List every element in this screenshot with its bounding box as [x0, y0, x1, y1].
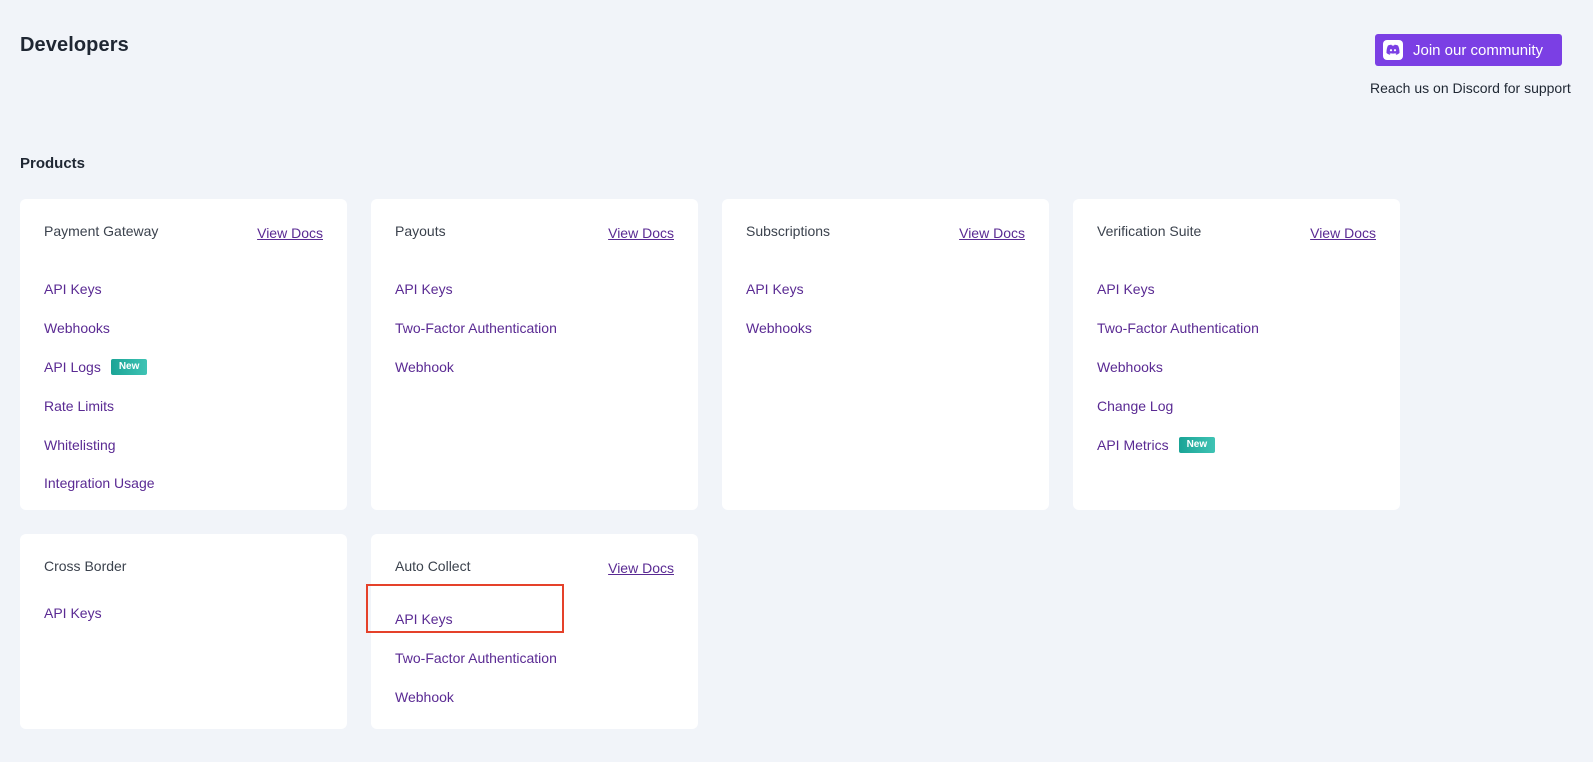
- developers-page: Developers Join our community Reach us o…: [0, 0, 1593, 762]
- view-docs-link[interactable]: View Docs: [608, 560, 674, 576]
- link-api-keys[interactable]: API Keys: [44, 270, 155, 309]
- link-label: API Metrics: [1097, 436, 1169, 453]
- link-label: API Logs: [44, 358, 101, 375]
- card-title: Auto Collect: [395, 558, 471, 574]
- link-webhooks[interactable]: Webhooks: [44, 309, 155, 348]
- link-list: API Keys Webhooks API Logs New Rate Limi…: [44, 270, 155, 503]
- card-title: Payouts: [395, 223, 446, 239]
- link-list: API Keys Two-Factor Authentication Webho…: [395, 270, 557, 386]
- view-docs-link[interactable]: View Docs: [959, 225, 1025, 241]
- view-docs-link[interactable]: View Docs: [1310, 225, 1376, 241]
- view-docs-link[interactable]: View Docs: [257, 225, 323, 241]
- card-payment-gateway: Payment Gateway View Docs API Keys Webho…: [20, 199, 347, 510]
- link-rate-limits[interactable]: Rate Limits: [44, 386, 155, 425]
- products-heading: Products: [20, 155, 86, 172]
- view-docs-link[interactable]: View Docs: [608, 225, 674, 241]
- link-api-keys[interactable]: API Keys: [746, 270, 812, 309]
- link-whitelisting[interactable]: Whitelisting: [44, 425, 155, 464]
- card-title: Subscriptions: [746, 223, 831, 239]
- link-integration-usage[interactable]: Integration Usage: [44, 464, 155, 503]
- link-list: API Keys Two-Factor Authentication Webho…: [1097, 270, 1259, 464]
- card-title: Payment Gateway: [44, 223, 159, 239]
- card-payouts: Payouts View Docs API Keys Two-Factor Au…: [371, 199, 698, 510]
- link-list: API Keys: [44, 594, 102, 633]
- link-api-metrics[interactable]: API Metrics New: [1097, 425, 1259, 464]
- community-subtext: Reach us on Discord for support: [1370, 80, 1571, 96]
- link-api-keys[interactable]: API Keys: [395, 270, 557, 309]
- link-two-factor-authentication[interactable]: Two-Factor Authentication: [1097, 309, 1259, 348]
- link-webhooks[interactable]: Webhooks: [746, 309, 812, 348]
- card-title: Cross Border: [44, 558, 127, 574]
- new-badge: New: [110, 358, 148, 375]
- link-api-keys[interactable]: API Keys: [44, 594, 102, 633]
- link-two-factor-authentication[interactable]: Two-Factor Authentication: [395, 309, 557, 348]
- link-api-keys[interactable]: API Keys: [1097, 270, 1259, 309]
- card-cross-border: Cross Border API Keys: [20, 534, 347, 729]
- card-subscriptions: Subscriptions View Docs API Keys Webhook…: [722, 199, 1049, 510]
- link-two-factor-authentication[interactable]: Two-Factor Authentication: [395, 639, 557, 678]
- new-badge: New: [1178, 436, 1216, 453]
- link-list: API Keys Two-Factor Authentication Webho…: [395, 600, 557, 716]
- link-change-log[interactable]: Change Log: [1097, 386, 1259, 425]
- link-webhook[interactable]: Webhook: [395, 678, 557, 717]
- join-community-button[interactable]: Join our community: [1375, 34, 1562, 66]
- card-title: Verification Suite: [1097, 223, 1202, 239]
- link-webhook[interactable]: Webhook: [395, 348, 557, 387]
- card-auto-collect: Auto Collect View Docs API Keys Two-Fact…: [371, 534, 698, 729]
- join-community-label: Join our community: [1413, 41, 1544, 59]
- discord-icon: [1383, 40, 1403, 60]
- link-api-logs[interactable]: API Logs New: [44, 348, 155, 387]
- page-title: Developers: [20, 34, 129, 56]
- card-verification-suite: Verification Suite View Docs API Keys Tw…: [1073, 199, 1400, 510]
- link-webhooks[interactable]: Webhooks: [1097, 348, 1259, 387]
- link-list: API Keys Webhooks: [746, 270, 812, 348]
- link-api-keys[interactable]: API Keys: [395, 600, 557, 639]
